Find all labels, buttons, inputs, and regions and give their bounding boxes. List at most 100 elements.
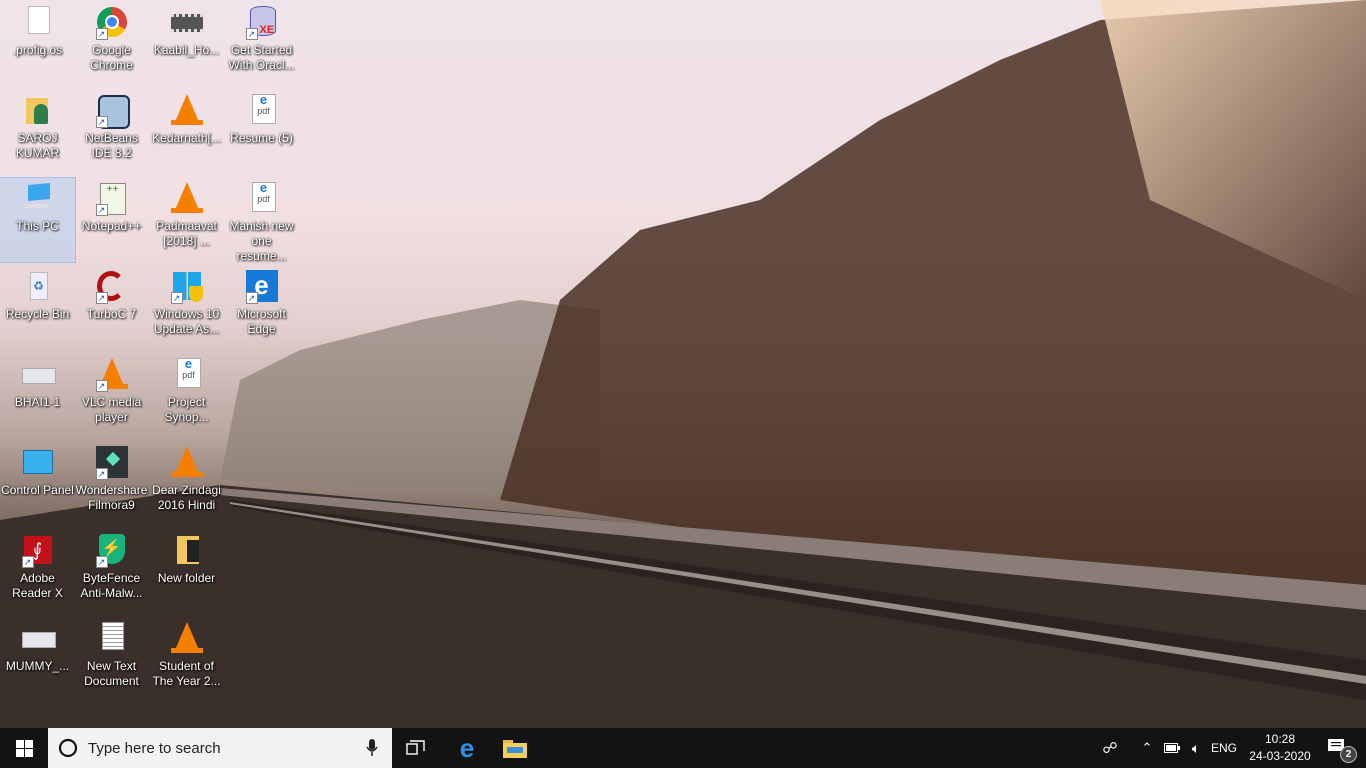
desktop-icon-label: Student of The Year 2... <box>152 659 221 688</box>
desktop-icon-label: VLC media player <box>81 395 142 424</box>
desktop-icon-label: Wondershare Filmora9 <box>75 483 148 512</box>
turboc-icon: ↗ <box>94 270 130 304</box>
desktop-icon[interactable]: XE ↗ Get Started With Oracl... <box>224 2 299 86</box>
clock[interactable]: 10:28 24-03-2020 <box>1244 728 1316 768</box>
shortcut-arrow-icon: ↗ <box>95 292 108 304</box>
desktop-icon[interactable]: ↗ Google Chrome <box>74 2 149 86</box>
desktop-icon[interactable]: Dear Zindagi 2016 Hindi <box>149 442 224 526</box>
desktop-icon[interactable]: Control Panel <box>0 442 75 526</box>
desktop-icon-label: Recycle Bin <box>5 307 70 321</box>
chevron-up-icon: ⌃ <box>1141 740 1153 755</box>
user-folder-icon <box>20 94 56 128</box>
desktop-icon[interactable]: BHAI1-1 <box>0 354 75 438</box>
vlc-icon <box>169 94 205 128</box>
desktop-icon-label: Control Panel <box>1 483 74 497</box>
shortcut-arrow-icon: ↗ <box>245 292 258 304</box>
people-icon: ☍ <box>1102 740 1118 757</box>
desktop-icon[interactable]: ++ ↗ Notepad++ <box>74 178 149 262</box>
shortcut-arrow-icon: ↗ <box>95 116 108 128</box>
desktop-icon[interactable]: Kaabil_Ho... <box>149 2 224 86</box>
desktop-icon-label: Microsoft Edge <box>237 307 286 336</box>
desktop-icon-label: Manish new one resume... <box>229 219 294 263</box>
desktop-icon-label: Notepad++ <box>81 219 142 233</box>
desktop-icon[interactable]: e pdf Manish new one resume... <box>224 178 299 263</box>
desktop-icon-label: .profig.os <box>12 43 63 57</box>
pdf-icon: e pdf <box>244 181 280 216</box>
folder-icon <box>169 534 205 568</box>
taskbar-edge[interactable]: e <box>443 728 491 768</box>
desktop-icon[interactable]: This PC <box>0 177 76 263</box>
start-button[interactable] <box>0 728 48 768</box>
folder-icon <box>503 740 527 758</box>
adobe-reader-icon: ⨚ ↗ <box>20 534 56 568</box>
image-icon <box>20 622 56 656</box>
desktop-icon-label: Adobe Reader X <box>12 571 63 600</box>
desktop-icon-label: TurboC 7 <box>86 307 137 321</box>
computer-icon <box>20 182 56 216</box>
desktop-icon[interactable]: MUMMY_... <box>0 618 75 702</box>
task-view-button[interactable] <box>392 728 440 768</box>
desktop-icon[interactable]: Padmaavat [2018] ... <box>149 178 224 262</box>
desktop-icon-label: Google Chrome <box>90 43 133 72</box>
desktop-icon-label: Dear Zindagi 2016 Hindi <box>152 483 221 512</box>
show-hidden-icons-button[interactable]: ⌃ <box>1137 728 1157 768</box>
recycle-bin-icon: ♻ <box>20 270 56 304</box>
search-box[interactable]: Type here to search <box>48 728 392 768</box>
notification-badge: 2 <box>1340 746 1357 763</box>
desktop-icon[interactable]: Student of The Year 2... <box>149 618 224 702</box>
battery-button[interactable] <box>1160 728 1184 768</box>
desktop-icon[interactable]: ♻ Recycle Bin <box>0 266 75 350</box>
desktop-icon-label: ByteFence Anti-Malw... <box>80 571 143 600</box>
desktop-icon[interactable]: ↗ Windows 10 Update As... <box>149 266 224 350</box>
desktop-icon[interactable]: ↗ TurboC 7 <box>74 266 149 350</box>
desktop-icon-label: New Text Document <box>84 659 139 688</box>
search-placeholder: Type here to search <box>88 739 221 757</box>
taskbar: Type here to search e ☍ ⌃ 🔈︎ ENG 10:28 2… <box>0 728 1366 768</box>
vlc-icon <box>169 622 205 656</box>
desktop-icon[interactable]: ⨚ ↗ Adobe Reader X <box>0 530 75 614</box>
desktop-icon[interactable]: New folder <box>149 530 224 614</box>
desktop-icon-label: BHAI1-1 <box>14 395 61 409</box>
volume-button[interactable]: 🔈︎ <box>1184 728 1208 768</box>
desktop-icon[interactable]: SAROJ KUMAR <box>0 90 75 174</box>
desktop-icon-label: SAROJ KUMAR <box>15 131 60 160</box>
microphone-icon[interactable] <box>366 739 378 757</box>
vlc-icon <box>169 182 205 216</box>
desktop-icon-label: New folder <box>157 571 216 585</box>
action-center-button[interactable]: 2 <box>1318 728 1358 768</box>
video-file-icon <box>169 6 205 40</box>
vlc-icon <box>169 446 205 480</box>
shortcut-arrow-icon: ↗ <box>170 292 183 304</box>
desktop-icon[interactable]: ↗ Wondershare Filmora9 <box>74 442 149 526</box>
shortcut-arrow-icon: ↗ <box>95 556 108 568</box>
desktop-icon-label: MUMMY_... <box>5 659 70 673</box>
bytefence-icon: ⚡ ↗ <box>94 534 130 568</box>
desktop-icon-label: Project Synop... <box>164 395 209 424</box>
desktop-icon[interactable]: e ↗ Microsoft Edge <box>224 266 299 350</box>
clock-date: 24-03-2020 <box>1249 749 1311 763</box>
desktop-icon[interactable]: New Text Document <box>74 618 149 702</box>
edge-icon: e ↗ <box>244 270 280 304</box>
battery-icon <box>1164 743 1180 753</box>
language-indicator[interactable]: ENG <box>1208 728 1240 768</box>
desktop-icon[interactable]: .profig.os <box>0 2 75 86</box>
desktop-icon[interactable]: ↗ NetBeans IDE 8.2 <box>74 90 149 174</box>
desktop-icon-label: NetBeans IDE 8.2 <box>85 131 138 160</box>
desktop-icon[interactable]: Kedarnath[... <box>149 90 224 174</box>
oracle-db-icon: XE ↗ <box>244 6 280 40</box>
desktop-icon[interactable]: e pdf Resume (5) <box>224 90 299 174</box>
desktop-icon-label: This PC <box>16 219 59 233</box>
file-icon <box>20 6 56 40</box>
image-icon <box>20 358 56 392</box>
desktop-icon[interactable]: e pdf Project Synop... <box>149 354 224 438</box>
task-view-icon <box>406 740 425 755</box>
desktop-icon[interactable]: ⚡ ↗ ByteFence Anti-Malw... <box>74 530 149 614</box>
desktop-icon-label: Get Started With Oracl... <box>228 43 295 72</box>
taskbar-file-explorer[interactable] <box>491 728 539 768</box>
desktop-icon[interactable]: ↗ VLC media player <box>74 354 149 438</box>
shortcut-arrow-icon: ↗ <box>95 204 108 216</box>
desktop-icon-label: Padmaavat [2018] ... <box>156 219 217 248</box>
notepadpp-icon: ++ ↗ <box>94 182 130 216</box>
pdf-icon: e pdf <box>169 357 205 392</box>
people-button[interactable]: ☍ <box>1095 728 1125 768</box>
